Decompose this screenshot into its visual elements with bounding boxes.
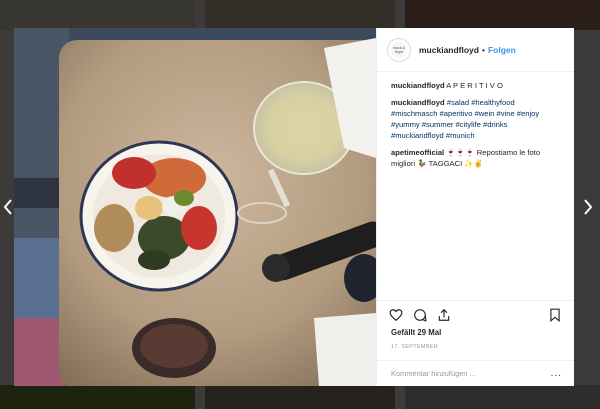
post-date: 17. SEPTEMBER [391, 344, 438, 350]
post-username[interactable]: muckiandfloyd [419, 45, 479, 55]
post-modal: muck & floyd muckiandfloyd • Folgen muck… [14, 28, 574, 386]
chevron-left-icon [3, 199, 12, 215]
comment-username[interactable]: apetimeofficial [391, 148, 444, 157]
share-icon[interactable] [437, 308, 451, 322]
heart-icon[interactable] [389, 308, 403, 322]
comment-text: migliori 🦆 TAGGACI ✨✌ [391, 159, 484, 168]
comment-input[interactable] [391, 369, 551, 378]
user-comment: apetimeofficial 🍷🍷🍷 Repostiamo le foto m… [391, 147, 564, 169]
avatar-logo: muck & floyd [391, 41, 407, 58]
bookmark-icon[interactable] [548, 308, 562, 322]
caption-comment: muckiandfloyd A P E R I T I V O [391, 80, 564, 91]
hashtag-line[interactable]: #salad #healthyfood [447, 98, 515, 107]
comments-list: muckiandfloyd A P E R I T I V O muckiand… [377, 72, 574, 169]
comment-icon[interactable] [413, 308, 427, 322]
hashtag-line[interactable]: #mischmasch #aperitivo #wein #vine #enjo… [391, 109, 539, 118]
comment-username[interactable]: muckiandfloyd [391, 81, 445, 90]
add-comment-bar: ... [377, 360, 574, 386]
hashtag-line[interactable]: #yummy #summer #citylife #drinks [391, 120, 507, 129]
comment-text: 🍷🍷🍷 Repostiamo le foto [446, 148, 541, 157]
hashtag-line[interactable]: #muckiandfloyd #munich [391, 131, 475, 140]
post-header: muck & floyd muckiandfloyd • Folgen [377, 28, 574, 72]
avatar[interactable]: muck & floyd [387, 37, 411, 62]
post-photo[interactable] [14, 28, 376, 386]
comment-text: A P E R I T I V O [446, 81, 503, 90]
post-panel: muck & floyd muckiandfloyd • Folgen muck… [376, 28, 574, 386]
chevron-right-icon [584, 199, 593, 215]
comment-username[interactable]: muckiandfloyd [391, 98, 445, 107]
hashtag-comment: muckiandfloyd #salad #healthyfood #misch… [391, 97, 564, 141]
likes-count[interactable]: Gefällt 29 Mal [391, 328, 441, 337]
follow-button[interactable]: Folgen [488, 45, 516, 55]
separator-dot: • [481, 44, 485, 55]
action-bar [377, 300, 574, 328]
more-options-button[interactable]: ... [551, 368, 562, 379]
next-post-button[interactable] [580, 196, 596, 218]
